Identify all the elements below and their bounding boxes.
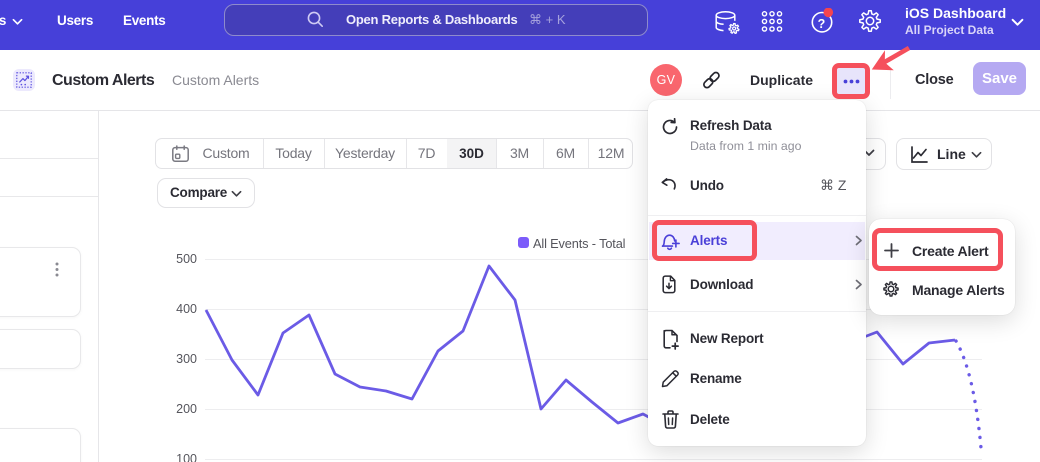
svg-text:?: ? <box>818 17 826 31</box>
